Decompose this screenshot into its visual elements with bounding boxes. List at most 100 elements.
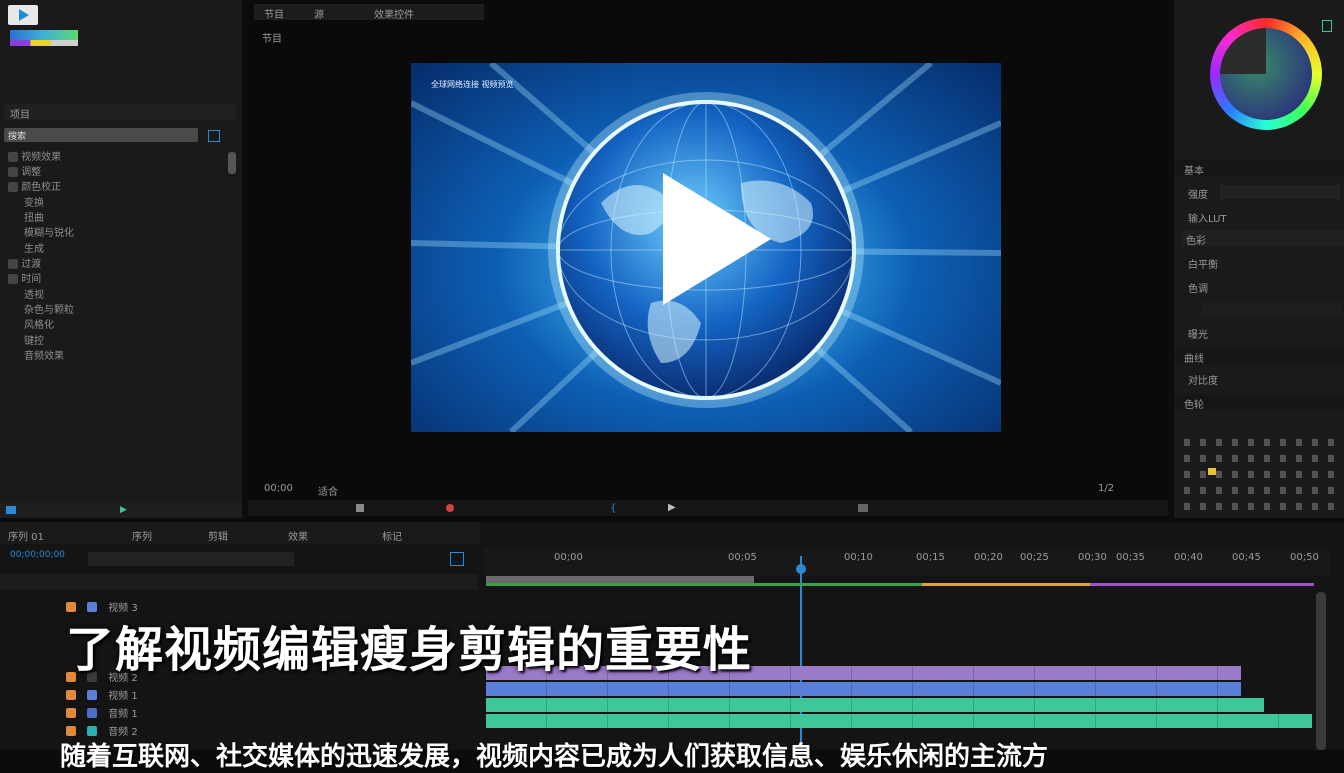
track-header-toolbar xyxy=(0,574,478,590)
project-panel: 项目 搜索 视频效果 调整 颜色校正 变换 扭曲 模糊与锐化 生成 过渡 时间 … xyxy=(0,0,242,518)
program-monitor: 节目 源 效果控件 节目 全球网络连接 视频预览 00;00 适合 1/2 {… xyxy=(248,0,1168,518)
folder-icon xyxy=(8,274,18,284)
color-wheel[interactable] xyxy=(1210,18,1322,130)
list-item[interactable]: 过渡 xyxy=(8,255,41,270)
tab-source[interactable]: 源 xyxy=(314,6,324,21)
folder-icon xyxy=(8,152,18,162)
tab-markers[interactable]: 标记 xyxy=(382,528,402,543)
playhead-handle-icon[interactable] xyxy=(796,564,806,574)
play-button[interactable]: ▶ xyxy=(668,502,676,513)
prop-field[interactable] xyxy=(1220,185,1340,199)
track-type-icon xyxy=(87,707,98,718)
timeline-timecode-area: 00;00;00;00 xyxy=(6,548,80,570)
play-small-icon[interactable]: ▶ xyxy=(120,505,127,515)
overlay-subtitle: 随着互联网、社交媒体的迅速发展，视频内容已成为人们获取信息、娱乐休闲的主流方 xyxy=(60,742,1049,772)
track-type-icon xyxy=(87,725,98,736)
mark-in-icon[interactable]: { xyxy=(610,503,616,514)
list-item[interactable]: 模糊与锐化 xyxy=(24,224,74,239)
zoom-level[interactable]: 适合 xyxy=(318,483,338,498)
list-item[interactable]: 键控 xyxy=(24,332,44,347)
track-type-icon xyxy=(87,689,98,700)
tab-sequence[interactable]: 序列 xyxy=(132,528,152,543)
list-item[interactable]: 视频效果 xyxy=(8,148,61,163)
time-ruler[interactable]: 00;00 00;05 00;10 00;15 00;20 00;25 00;3… xyxy=(484,548,1330,576)
resolution[interactable]: 1/2 xyxy=(1098,483,1114,494)
render-status-bar xyxy=(754,583,1314,586)
search-label: 搜索 xyxy=(8,132,27,142)
monitor-label: 节目 xyxy=(262,34,282,45)
list-item[interactable]: 变换 xyxy=(24,194,44,209)
ruler-label: 00;20 xyxy=(974,552,1003,563)
track-header[interactable]: 音频 1 xyxy=(0,702,478,720)
marker-icon[interactable] xyxy=(356,504,364,512)
clip-green-2[interactable] xyxy=(486,714,1312,728)
prop-label: 曝光 xyxy=(1188,330,1208,341)
tab-effect-controls[interactable]: 效果控件 xyxy=(374,6,414,21)
monitor-timecode: 00;00 xyxy=(264,483,293,494)
track-color-swatch xyxy=(66,689,76,700)
tab-effects[interactable]: 效果 xyxy=(288,528,308,543)
folder-icon xyxy=(8,259,18,269)
tab-clip[interactable]: 剪辑 xyxy=(208,528,228,543)
list-item[interactable]: 杂色与颗粒 xyxy=(24,301,74,316)
timeline-tab-bar: 序列 01 序列 剪辑 效果 标记 xyxy=(0,522,480,544)
app-logo-icon xyxy=(8,5,38,25)
panel-bottom-bar: ▶ xyxy=(0,502,242,518)
list-item[interactable]: 时间 xyxy=(8,270,41,285)
ruler-label: 00;35 xyxy=(1116,552,1145,563)
timeline-scrollbar[interactable] xyxy=(1316,592,1326,750)
list-item[interactable]: 透视 xyxy=(24,286,44,301)
tab-project[interactable]: 项目 xyxy=(10,106,30,121)
section-header[interactable]: 色轮 xyxy=(1174,394,1344,411)
prop-label: 输入LUT xyxy=(1188,214,1227,225)
list-item[interactable]: 音频效果 xyxy=(24,347,64,362)
monitor-transport-bar: { ▶ xyxy=(248,500,1168,516)
prop-label: 白平衡 xyxy=(1188,260,1218,271)
panel-scrollbar[interactable] xyxy=(228,152,236,174)
list-item[interactable]: 扭曲 xyxy=(24,209,44,224)
color-bar xyxy=(10,40,78,46)
track-color-swatch xyxy=(66,725,76,736)
timeline-timecode[interactable]: 00;00;00;00 xyxy=(10,550,65,560)
list-item[interactable]: 调整 xyxy=(8,163,41,178)
list-item[interactable]: 风格化 xyxy=(24,316,54,331)
list-item[interactable]: 颜色校正 xyxy=(8,178,61,193)
export-frame-icon[interactable] xyxy=(858,504,868,512)
ruler-label: 00;25 xyxy=(1020,552,1049,563)
render-status-bar-left xyxy=(486,583,754,586)
prop-field[interactable] xyxy=(1202,302,1342,316)
overlay-title: 了解视频编辑瘦身剪辑的重要性 xyxy=(66,622,753,678)
section-header[interactable]: 色彩 xyxy=(1182,230,1344,247)
clip-blue[interactable] xyxy=(486,682,1241,696)
sequence-name[interactable]: 序列 01 xyxy=(8,528,44,543)
ruler-label: 00;15 xyxy=(916,552,945,563)
list-item[interactable]: 生成 xyxy=(24,240,44,255)
section-header[interactable]: 基本 xyxy=(1174,160,1344,177)
new-bin-icon[interactable] xyxy=(208,130,220,142)
panel-close-icon[interactable] xyxy=(1322,20,1332,32)
globe-graphic xyxy=(411,63,1001,432)
snap-icon[interactable] xyxy=(450,552,464,566)
ruler-label: 00;45 xyxy=(1232,552,1261,563)
prop-label: 色调 xyxy=(1188,284,1208,295)
search-field[interactable]: 搜索 xyxy=(4,128,198,142)
folder-icon xyxy=(8,167,18,177)
prop-label: 对比度 xyxy=(1188,376,1218,387)
section-header[interactable]: 曲线 xyxy=(1174,348,1344,365)
timeline-search[interactable] xyxy=(88,552,294,566)
track-header[interactable]: 视频 1 xyxy=(0,684,478,702)
ruler-label: 00;40 xyxy=(1174,552,1203,563)
monitor-status-bar: 00;00 适合 1/2 xyxy=(248,480,1168,498)
track-header[interactable]: 音频 2 xyxy=(0,720,478,738)
prop-label: 强度 xyxy=(1188,190,1208,201)
ruler-label: 00;30 xyxy=(1078,552,1107,563)
list-view-icon[interactable] xyxy=(6,506,16,514)
icon-grid xyxy=(1184,430,1334,510)
tab-program[interactable]: 节目 xyxy=(264,6,284,21)
record-icon[interactable] xyxy=(446,504,454,512)
ruler-label: 00;50 xyxy=(1290,552,1319,563)
project-tab-bar xyxy=(4,104,236,120)
clip-green[interactable] xyxy=(486,698,1264,712)
highlight-swatch xyxy=(1208,468,1216,475)
video-frame[interactable]: 全球网络连接 视频预览 xyxy=(411,63,1001,432)
